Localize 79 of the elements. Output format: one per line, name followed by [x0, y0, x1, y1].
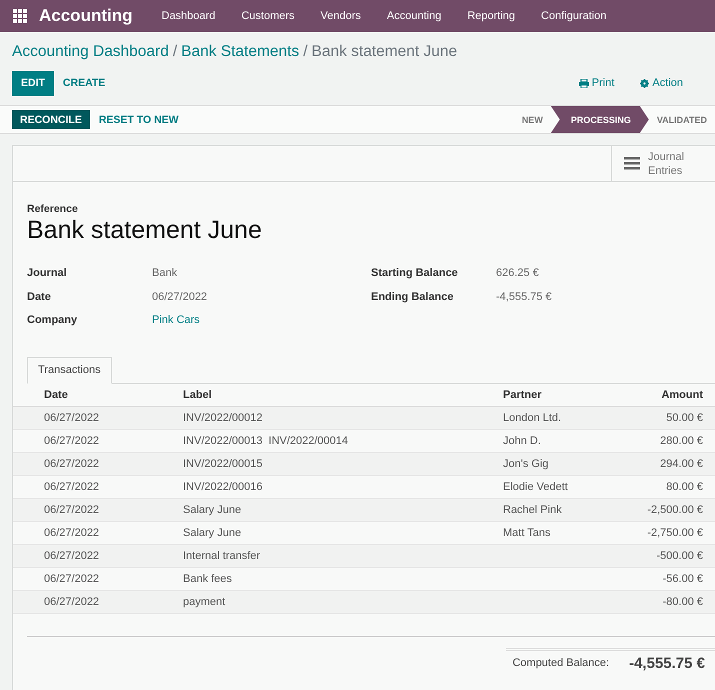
table-cell: 280.00 €: [606, 429, 715, 452]
table-cell: payment: [183, 596, 226, 608]
table-cell: 80.00 €: [606, 475, 715, 498]
tab[interactable]: Transactions: [27, 356, 112, 384]
reset-to-new-button[interactable]: RESET TO NEW: [90, 114, 188, 126]
table-cell: 06/27/2022: [13, 498, 183, 521]
column-header[interactable]: Date: [13, 384, 183, 406]
field-label: Starting Balance: [371, 267, 459, 281]
status-step[interactable]: VALIDATED: [648, 106, 715, 133]
field-value: 06/27/2022: [152, 290, 208, 304]
table-cell: INV/2022/00014: [268, 434, 348, 446]
table-cell: -2,500.00 €: [606, 498, 715, 521]
field-label: Journal: [27, 267, 68, 281]
table-cell: 06/27/2022: [13, 567, 183, 590]
table-cell: -80.00 €: [606, 590, 715, 613]
field-value: 626.25 €: [496, 267, 539, 281]
table-cell: Bank fees: [183, 572, 232, 584]
table-cell: Jon's Gig: [503, 458, 549, 470]
table-cell: 06/27/2022: [13, 452, 183, 475]
reference-label: Reference: [27, 203, 79, 215]
edit-button[interactable]: EDIT: [12, 70, 54, 96]
table-cell: Salary June: [183, 504, 242, 516]
table-cell: 294.00 €: [606, 452, 715, 475]
table-cell: INV/2022/00015: [183, 458, 263, 470]
print-button[interactable]: Print: [572, 76, 620, 90]
table-cell: Internal transfer: [183, 550, 260, 562]
table-cell: 06/27/2022: [13, 590, 183, 613]
action-button[interactable]: Action: [634, 76, 689, 90]
menu-item[interactable]: Accounting: [374, 10, 454, 22]
table-cell: 50.00 €: [606, 406, 715, 429]
column-header[interactable]: Partner: [503, 384, 607, 406]
field-label: Date: [27, 290, 52, 304]
create-button[interactable]: CREATE: [54, 77, 114, 89]
computed-balance-value: -4,555.75 €: [629, 654, 705, 672]
table-cell: -2,750.00 €: [606, 521, 715, 544]
table-cell: Rachel Pink: [503, 504, 562, 516]
table-cell: -500.00 €: [606, 544, 715, 567]
reconcile-button[interactable]: RECONCILE: [12, 110, 90, 129]
field-label: Ending Balance: [371, 290, 455, 304]
menu-item[interactable]: Customers: [228, 10, 308, 22]
table-cell: 06/27/2022: [13, 544, 183, 567]
status-step[interactable]: PROCESSING: [550, 106, 649, 133]
table-cell: INV/2022/00013: [183, 434, 263, 446]
table-cell: INV/2022/00012: [183, 412, 263, 424]
breadcrumb-separator: /: [303, 43, 308, 61]
computed-balance-label: Computed Balance:: [512, 657, 610, 669]
breadcrumb-link[interactable]: Accounting Dashboard: [12, 43, 169, 61]
column-header[interactable]: Label: [183, 384, 503, 406]
menu-item[interactable]: Vendors: [308, 10, 374, 22]
gear-icon: [640, 78, 650, 88]
status-step[interactable]: NEW: [514, 106, 551, 133]
journal-entries-button[interactable]: Journal Entries: [611, 146, 711, 181]
table-cell: 06/27/2022: [13, 406, 183, 429]
table-cell: John D.: [503, 434, 541, 446]
field-link[interactable]: Pink Cars: [152, 314, 200, 338]
field-value: -4,555.75 €: [496, 290, 552, 304]
table-cell: 06/27/2022: [13, 521, 183, 544]
menu-lines-icon: [624, 157, 640, 170]
table-cell: London Ltd.: [503, 412, 562, 424]
apps-menu-icon[interactable]: [13, 9, 27, 23]
table-cell: Salary June: [183, 526, 242, 538]
breadcrumb-link[interactable]: Bank Statements: [181, 43, 300, 61]
menu-item[interactable]: Reporting: [454, 10, 528, 22]
breadcrumb-separator: /: [172, 43, 178, 61]
field-label: Company: [27, 314, 78, 328]
breadcrumb-current: Bank statement June: [312, 43, 458, 61]
field-value: Bank: [152, 267, 178, 281]
table-cell: Matt Tans: [503, 526, 550, 538]
statement-title: Bank statement June: [27, 216, 263, 245]
menu-item[interactable]: Configuration: [528, 10, 620, 22]
table-cell: 06/27/2022: [13, 475, 183, 498]
print-icon: [578, 78, 589, 88]
table-cell: Elodie Vedett: [503, 480, 568, 492]
menu-item[interactable]: Dashboard: [148, 10, 228, 22]
table-cell: INV/2022/00016: [183, 480, 263, 492]
column-header[interactable]: Amount: [606, 384, 715, 406]
table-cell: -56.00 €: [606, 567, 715, 590]
table-cell: 06/27/2022: [13, 429, 183, 452]
app-title: Accounting: [39, 6, 132, 26]
